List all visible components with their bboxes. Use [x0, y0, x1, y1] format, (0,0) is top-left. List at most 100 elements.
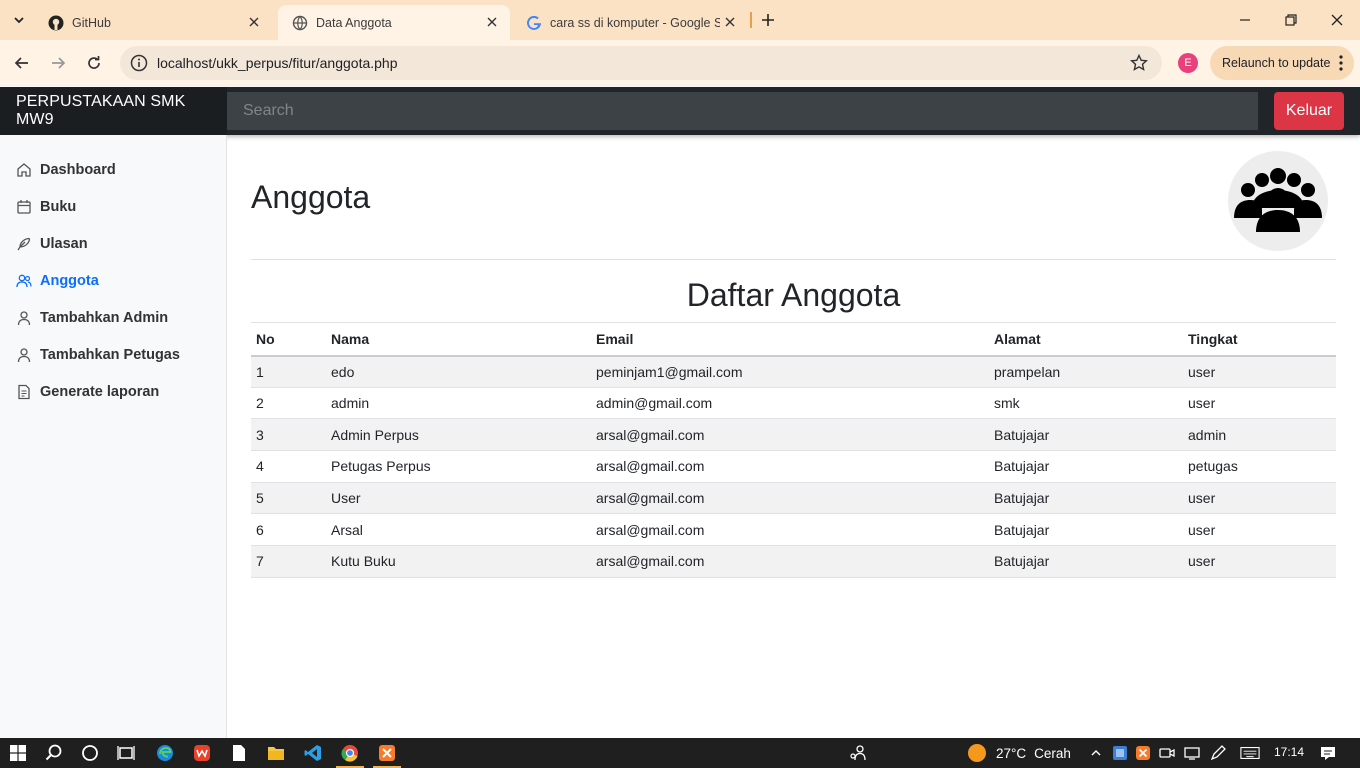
globe-icon [292, 15, 308, 30]
sidebar-item-generate-laporan[interactable]: Generate laporan [16, 380, 159, 404]
tray-keyboard[interactable] [1240, 743, 1260, 763]
plus-icon [762, 14, 774, 26]
table-cell: user [1183, 355, 1336, 388]
table-cell: admin [326, 387, 591, 420]
browser-toolbar: localhost/ukk_perpus/fitur/anggota.php [0, 40, 1360, 86]
relaunch-button[interactable]: Relaunch to update [1210, 46, 1354, 80]
minimize-button[interactable] [1235, 10, 1255, 30]
taskbar-vscode[interactable] [303, 743, 323, 763]
tray-xampp[interactable] [1133, 743, 1153, 763]
tray-meet[interactable] [1157, 743, 1177, 763]
close-window-button[interactable] [1327, 10, 1347, 30]
table-cell: 6 [251, 513, 326, 547]
tab-google-search[interactable]: cara ss di komputer - Google Se [512, 5, 748, 40]
taskbar-file-explorer[interactable] [266, 743, 286, 763]
table-cell: 5 [251, 482, 326, 515]
keyboard-icon [1240, 747, 1260, 759]
close-icon [1331, 14, 1343, 26]
restore-button[interactable] [1281, 10, 1301, 30]
table-cell: 4 [251, 450, 326, 483]
tray-pen[interactable] [1208, 743, 1228, 763]
close-icon[interactable] [722, 14, 738, 30]
taskbar-file[interactable] [229, 743, 249, 763]
tab-data-anggota[interactable]: Data Anggota [278, 5, 510, 40]
page-title: Anggota [251, 179, 371, 215]
table-row: 5 User arsal@gmail.com Batujajar user [251, 482, 1336, 515]
cortana-button[interactable] [80, 743, 100, 763]
sidebar-item-buku[interactable]: Buku [16, 195, 76, 219]
restore-icon [1285, 14, 1297, 26]
search-input[interactable] [227, 92, 1258, 130]
table-cell: edo [326, 355, 591, 388]
table-cell: Batujajar [989, 418, 1183, 452]
taskbar-search-button[interactable] [44, 743, 64, 763]
chevron-down-icon [14, 17, 24, 24]
sidebar: Dashboard Buku Ulasan Anggota Tambahkan … [0, 135, 227, 738]
notifications-button[interactable] [1318, 743, 1338, 763]
table-cell: petugas [1183, 450, 1336, 483]
tab-search-button[interactable] [6, 7, 32, 33]
github-icon [48, 15, 64, 30]
logout-button[interactable]: Keluar [1274, 92, 1344, 130]
column-header: No [251, 322, 326, 357]
reload-button[interactable] [82, 51, 106, 75]
people-button[interactable] [848, 743, 868, 763]
table-row: 2 admin admin@gmail.com smk user [251, 387, 1336, 420]
sidebar-item-tambahkan-admin[interactable]: Tambahkan Admin [16, 306, 168, 330]
taskbar-chrome[interactable] [340, 743, 360, 763]
sidebar-item-tambahkan-petugas[interactable]: Tambahkan Petugas [16, 343, 180, 367]
forward-button[interactable] [46, 51, 70, 75]
sidebar-item-label: Tambahkan Admin [40, 310, 169, 326]
table-cell: Batujajar [989, 482, 1183, 515]
table-cell: Admin Perpus [326, 418, 591, 452]
app-navbar: PERPUSTAKAAN SMK MW9 Keluar [0, 87, 1360, 135]
tab-separator [750, 12, 752, 28]
tray-network[interactable] [1182, 743, 1202, 763]
table-cell: Petugas Perpus [326, 450, 591, 483]
relaunch-label: Relaunch to update [1222, 56, 1331, 70]
windows-start-button[interactable] [8, 743, 28, 763]
weather-widget[interactable]: 27°C Cerah [968, 743, 1071, 763]
task-view-button[interactable] [116, 743, 136, 763]
sidebar-item-label: Ulasan [40, 236, 88, 252]
tray-app-1[interactable] [1110, 743, 1130, 763]
table-cell: User [326, 482, 591, 515]
info-icon[interactable] [130, 54, 148, 72]
table-cell: user [1183, 482, 1336, 515]
table-cell: user [1183, 545, 1336, 578]
address-bar[interactable]: localhost/ukk_perpus/fitur/anggota.php [120, 46, 1162, 80]
group-avatar [1228, 151, 1328, 251]
taskbar-wps[interactable] [192, 743, 212, 763]
users-group-icon [1234, 168, 1322, 232]
sidebar-item-ulasan[interactable]: Ulasan [16, 232, 88, 256]
table-cell: arsal@gmail.com [591, 513, 989, 547]
members-table-container: No Nama Email Alamat Tingkat 1 edo peminjam1@g… [251, 322, 1336, 578]
table-cell: Batujajar [989, 513, 1183, 547]
table-row: 6 Arsal arsal@gmail.com Batujajar user [251, 513, 1336, 547]
table-cell: smk [989, 387, 1183, 420]
sidebar-item-dashboard[interactable]: Dashboard [16, 158, 116, 182]
close-icon[interactable] [484, 14, 500, 30]
table-cell: Batujajar [989, 450, 1183, 483]
show-hidden-icons-button[interactable] [1086, 743, 1106, 763]
star-icon[interactable] [1130, 54, 1148, 72]
table-cell: arsal@gmail.com [591, 482, 989, 515]
wps-icon [194, 745, 210, 761]
chrome-icon [341, 745, 358, 762]
profile-avatar[interactable]: E [1178, 53, 1198, 73]
table-cell: prampelan [989, 355, 1183, 388]
folder-icon [268, 747, 284, 760]
taskbar-edge[interactable] [155, 743, 175, 763]
arrow-right-icon [52, 57, 66, 69]
close-icon[interactable] [246, 14, 262, 30]
tab-github[interactable]: GitHub [34, 5, 272, 40]
back-button[interactable] [10, 51, 34, 75]
sidebar-item-anggota[interactable]: Anggota [16, 269, 99, 293]
table-cell: user [1183, 513, 1336, 547]
clock[interactable]: 17:14 [1274, 745, 1304, 759]
new-tab-button[interactable] [758, 10, 778, 30]
brand-title[interactable]: PERPUSTAKAAN SMK MW9 [0, 87, 227, 135]
url-text[interactable]: localhost/ukk_perpus/fitur/anggota.php [157, 55, 398, 71]
taskbar-xampp[interactable] [377, 743, 397, 763]
sidebar-item-label: Tambahkan Petugas [40, 347, 180, 363]
